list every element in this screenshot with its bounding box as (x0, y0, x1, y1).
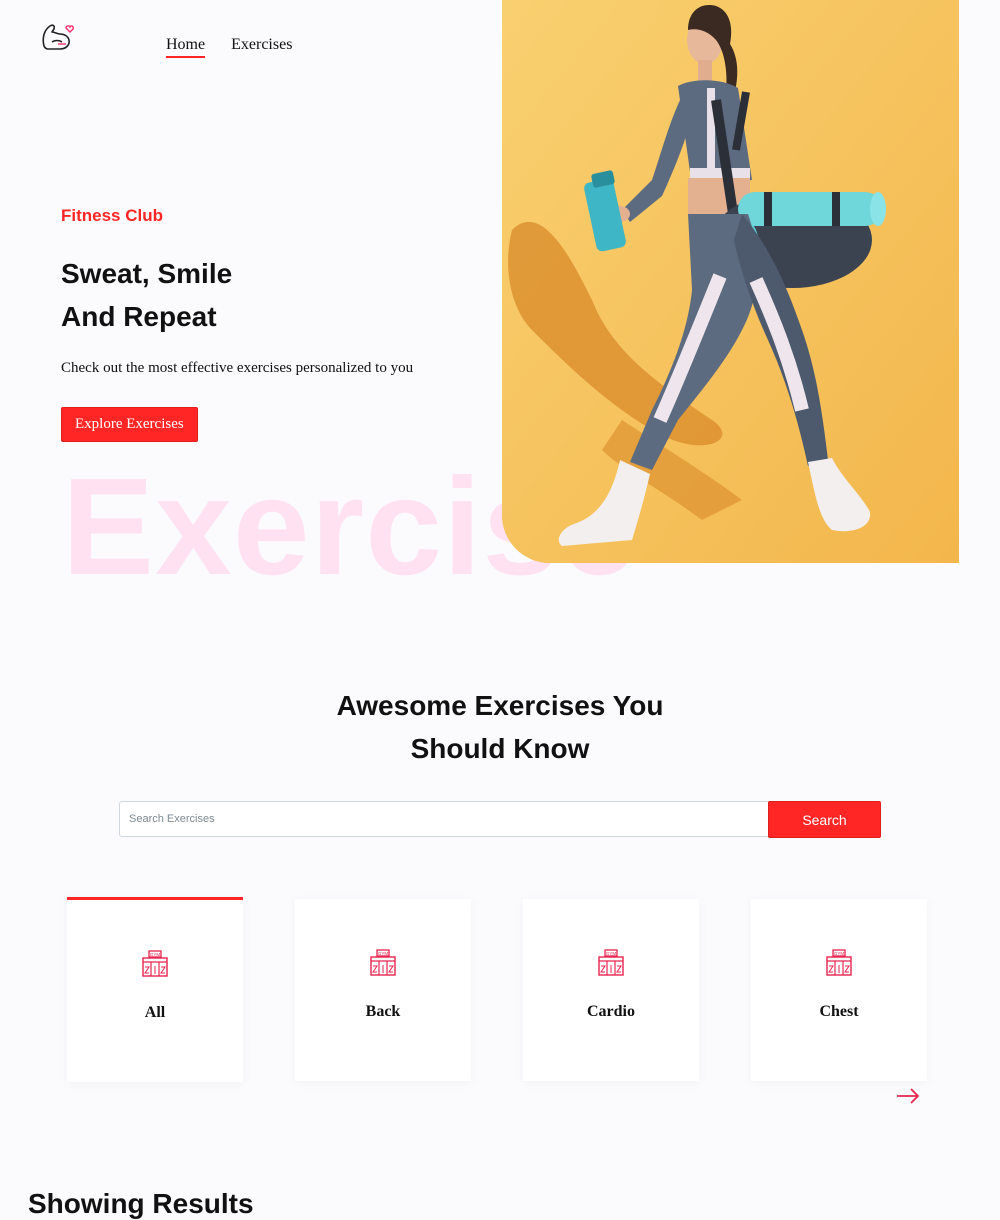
search-section-title: Awesome Exercises You Should Know (0, 684, 1000, 770)
nav-link-home[interactable]: Home (166, 36, 206, 58)
svg-text:GYM: GYM (834, 951, 845, 956)
body-part-card-back[interactable]: GYM Back (295, 899, 471, 1081)
gym-building-icon: GYM (598, 949, 624, 976)
gym-building-icon: GYM (370, 949, 396, 976)
woman-walking-illustration (502, 0, 959, 563)
search-button[interactable]: Search (768, 801, 881, 838)
gym-building-icon: GYM (142, 950, 168, 977)
svg-text:GYM: GYM (378, 951, 389, 956)
body-part-label: Cardio (587, 1003, 635, 1020)
hero-image (502, 0, 959, 563)
body-part-card-cardio[interactable]: GYM Cardio (523, 899, 699, 1081)
section-title-line2: Should Know (410, 733, 590, 764)
body-part-label: Chest (819, 1003, 859, 1020)
gym-building-icon: GYM (826, 949, 852, 976)
body-part-label: Back (365, 1003, 401, 1020)
svg-text:GYM: GYM (150, 952, 161, 957)
top-nav: Home Exercises (166, 36, 292, 58)
search-input[interactable] (119, 801, 768, 837)
body-part-label: All (144, 1004, 166, 1021)
body-part-card-chest[interactable]: GYM Chest (751, 899, 927, 1081)
results-title: Showing Results (28, 1188, 254, 1219)
hero-subtitle: Check out the most effective exercises p… (61, 360, 414, 376)
hero-headline-line2: And Repeat (61, 301, 217, 332)
section-title-line1: Awesome Exercises You (336, 690, 664, 721)
explore-exercises-button[interactable]: Explore Exercises (61, 407, 198, 442)
arrow-right-icon[interactable] (896, 1086, 920, 1106)
logo-icon[interactable] (40, 20, 74, 54)
hero-headline: Sweat, Smile And Repeat (61, 252, 461, 338)
nav-link-exercises[interactable]: Exercises (231, 36, 292, 54)
hero-tagline: Fitness Club (61, 206, 164, 225)
hero-headline-line1: Sweat, Smile (61, 258, 233, 289)
hero-text: Fitness Club Sweat, Smile And Repeat Che… (61, 206, 461, 442)
body-part-card-all[interactable]: GYM All (67, 897, 243, 1082)
svg-text:GYM: GYM (606, 951, 617, 956)
